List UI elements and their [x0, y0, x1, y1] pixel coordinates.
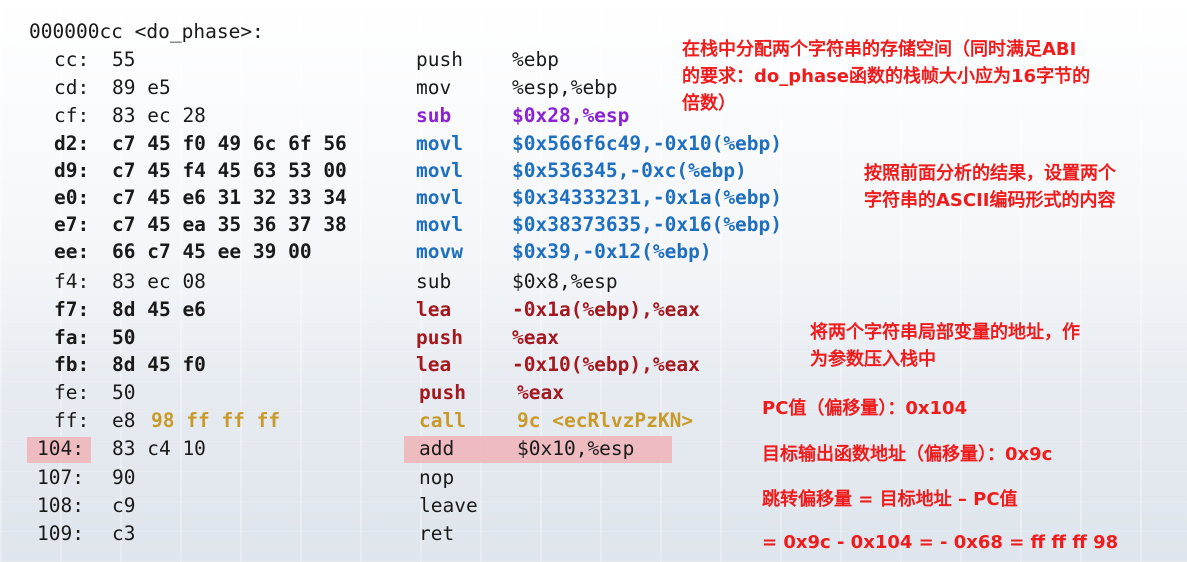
note-pc-value: PC值（偏移量）：0x104	[762, 398, 968, 419]
note-stack-alloc: 在栈中分配两个字符串的存储空间（同时满足ABI 的要求：do_phase函数的栈…	[682, 36, 1090, 117]
row-addr: ff:	[54, 409, 90, 432]
row-mnemonic: lea	[416, 298, 452, 321]
row-bytes: 89 e5	[112, 76, 171, 99]
row-addr: fb:	[54, 353, 90, 376]
row-addr: cd:	[54, 76, 90, 99]
row-addr: cc:	[54, 48, 90, 71]
row-operands: %eax	[512, 326, 559, 349]
row-mnemonic: movw	[416, 240, 463, 263]
row-mnemonic: nop	[419, 466, 455, 489]
row-addr: fa:	[54, 326, 90, 349]
row-mnemonic: push	[419, 381, 466, 404]
function-header: 000000cc <do_phase>:	[29, 20, 264, 43]
row-operands: $0x28,%esp	[512, 104, 630, 127]
note-line: 在栈中分配两个字符串的存储空间（同时满足ABI	[682, 39, 1077, 60]
row-addr: fe:	[54, 381, 90, 404]
row-bytes: c7 45 f4 45 63 53 00	[112, 159, 347, 182]
row-addr: f7:	[54, 298, 90, 321]
note-push-args: 将两个字符串局部变量的地址，作 为参数压入栈中	[810, 319, 1080, 373]
row-bytes: 83 ec 28	[112, 104, 206, 127]
row-mnemonic: push	[416, 326, 463, 349]
note-string-content: 按照前面分析的结果，设置两个 字符串的ASCII编码形式的内容	[864, 160, 1116, 214]
row-operands: $0x536345,-0xc(%ebp)	[512, 159, 747, 182]
row-bytes: c7 45 e6 31 32 33 34	[112, 186, 347, 209]
note-line: 为参数压入栈中	[810, 349, 936, 370]
row-addr: 104:	[37, 437, 84, 460]
note-line: 的要求：do_phase函数的栈帧大小应为16字节的	[682, 66, 1091, 87]
row-bytes: 83 ec 08	[112, 270, 206, 293]
row-mnemonic: movl	[416, 132, 463, 155]
note-line: 倍数）	[682, 93, 736, 114]
row-addr: 108:	[37, 494, 84, 517]
row-operands: $0x8,%esp	[512, 270, 618, 293]
row-bytes: 83 c4 10	[112, 437, 206, 460]
call-offset-bytes: 98 ff ff ff	[151, 409, 281, 432]
row-mnemonic: ret	[419, 522, 455, 545]
row-operands: $0x566f6c49,-0x10(%ebp)	[512, 132, 783, 155]
row-bytes: 8d 45 e6	[112, 298, 206, 321]
row-mnemonic: lea	[416, 353, 452, 376]
row-mnemonic: sub	[416, 270, 452, 293]
row-mnemonic: leave	[419, 494, 478, 517]
row-operands: %esp,%ebp	[512, 76, 618, 99]
row-operands: $0x39,-0x12(%ebp)	[512, 240, 712, 263]
row-bytes: 90	[112, 466, 136, 489]
row-mnemonic: call	[419, 409, 466, 432]
row-addr: e0:	[54, 186, 90, 209]
row-bytes: e8	[112, 409, 136, 432]
row-operands: %eax	[517, 381, 564, 404]
row-bytes: 66 c7 45 ee 39 00	[112, 240, 312, 263]
row-bytes: 50	[112, 381, 136, 404]
note-line: 按照前面分析的结果，设置两个	[864, 163, 1116, 184]
note-calculation: = 0x9c - 0x104 = - 0x68 = ff ff ff 98	[762, 532, 1119, 553]
note-target-address: 目标输出函数地址（偏移量）：0x9c	[762, 444, 1053, 465]
row-addr: ee:	[54, 240, 90, 263]
row-operands: %ebp	[512, 48, 559, 71]
row-bytes: 55	[112, 48, 136, 71]
note-jump-offset: 跳转偏移量 = 目标地址 – PC值	[762, 489, 1018, 510]
note-line: 字符串的ASCII编码形式的内容	[864, 190, 1116, 211]
row-addr: d2:	[54, 132, 90, 155]
row-operands: 9c <ecRlvzPzKN>	[517, 409, 694, 432]
row-mnemonic: push	[416, 48, 463, 71]
row-bytes: c9	[112, 494, 136, 517]
row-operands: $0x38373635,-0x16(%ebp)	[512, 213, 783, 236]
row-bytes: 8d 45 f0	[112, 353, 206, 376]
row-bytes: c7 45 ea 35 36 37 38	[112, 213, 347, 236]
row-operands: -0x10(%ebp),%eax	[512, 353, 700, 376]
row-addr: d9:	[54, 159, 90, 182]
row-operands: $0x10,%esp	[517, 437, 635, 460]
row-mnemonic: mov	[416, 76, 452, 99]
row-bytes: 50	[112, 326, 136, 349]
row-addr: 109:	[37, 522, 84, 545]
row-addr: 107:	[37, 466, 84, 489]
row-bytes: c7 45 f0 49 6c 6f 56	[112, 132, 347, 155]
row-addr: cf:	[54, 104, 90, 127]
row-operands: $0x34333231,-0x1a(%ebp)	[512, 186, 783, 209]
row-mnemonic: movl	[416, 159, 463, 182]
row-operands: -0x1a(%ebp),%eax	[512, 298, 700, 321]
row-addr: e7:	[54, 213, 90, 236]
row-mnemonic: movl	[416, 213, 463, 236]
row-mnemonic: add	[419, 437, 455, 460]
row-addr: f4:	[54, 270, 90, 293]
row-mnemonic: sub	[416, 104, 452, 127]
row-mnemonic: movl	[416, 186, 463, 209]
note-line: 将两个字符串局部变量的地址，作	[810, 322, 1080, 343]
row-bytes: c3	[112, 522, 136, 545]
